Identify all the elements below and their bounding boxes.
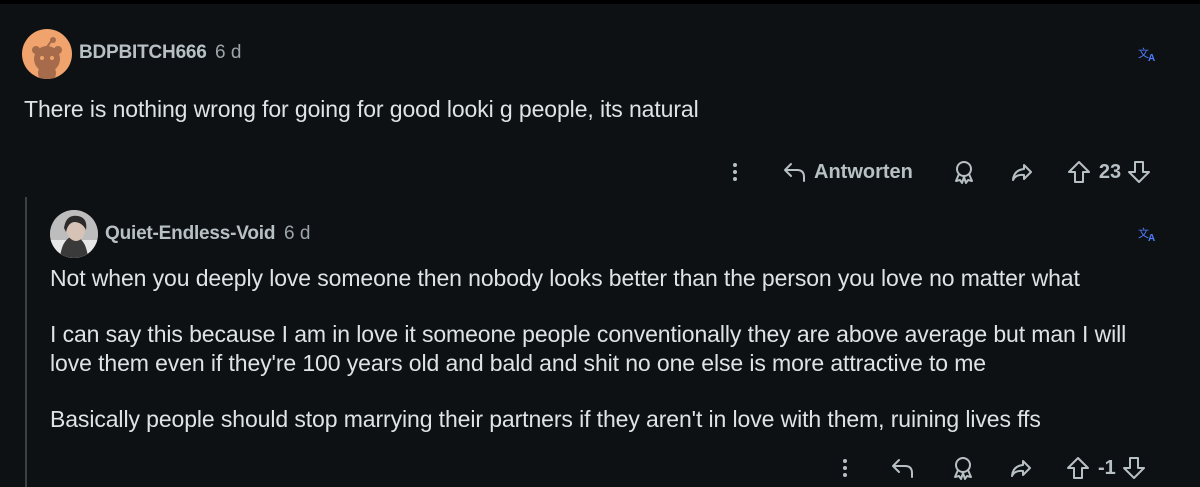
award-icon: [954, 457, 972, 480]
translate-icon[interactable]: 文 A: [1138, 46, 1158, 62]
more-icon: [733, 163, 737, 181]
reply-icon: [892, 459, 913, 478]
downvote-icon: [1122, 457, 1145, 479]
share-button[interactable]: [1008, 456, 1034, 480]
more-icon: [843, 459, 847, 477]
svg-text:A: A: [1148, 53, 1155, 62]
award-button[interactable]: [951, 159, 977, 185]
reply-label: Antworten: [814, 160, 913, 183]
username[interactable]: Quiet-Endless-Void: [105, 223, 275, 245]
reply-button[interactable]: [890, 456, 916, 480]
profile-photo-icon: [50, 210, 98, 258]
comment-paragraph: Not when you deeply love someone then no…: [50, 265, 1080, 291]
vote-score: -1: [1098, 456, 1116, 479]
translate-icon[interactable]: 文 A: [1138, 226, 1158, 242]
award-button[interactable]: [950, 455, 976, 481]
downvote-icon: [1128, 161, 1151, 183]
more-button[interactable]: [834, 457, 856, 479]
upvote-icon: [1067, 161, 1090, 183]
comment-text: There is nothing wrong for going for goo…: [24, 96, 699, 122]
comment-actions: Antworten 23: [724, 157, 1151, 187]
reply-icon: [784, 163, 805, 182]
award-icon: [954, 161, 973, 184]
user-avatar[interactable]: [22, 29, 72, 79]
comment-paragraph: I can say this because I am in love it s…: [50, 321, 1127, 376]
svg-text:A: A: [1148, 233, 1155, 242]
top-bar: [0, 0, 1200, 4]
thread-line[interactable]: [25, 197, 27, 487]
upvote-icon: [1067, 457, 1089, 479]
comment-actions: -1: [834, 453, 1146, 483]
timestamp: 6 d: [215, 42, 242, 63]
reply-button[interactable]: Antworten: [782, 160, 913, 184]
upvote-button[interactable]: [1067, 159, 1091, 185]
user-avatar[interactable]: [50, 210, 98, 258]
share-icon: [1011, 460, 1031, 477]
upvote-button[interactable]: [1066, 455, 1090, 481]
vote-score: 23: [1098, 160, 1122, 183]
more-button[interactable]: [724, 161, 746, 183]
snoo-avatar-icon: [32, 37, 62, 79]
share-icon: [1011, 164, 1032, 181]
timestamp: 6 d: [284, 223, 311, 244]
username[interactable]: BDPBITCH666: [79, 42, 207, 64]
comment-paragraph: Basically people should stop marrying th…: [50, 406, 1041, 432]
downvote-button[interactable]: [1127, 159, 1151, 185]
downvote-button[interactable]: [1122, 455, 1146, 481]
share-button[interactable]: [1009, 160, 1035, 184]
